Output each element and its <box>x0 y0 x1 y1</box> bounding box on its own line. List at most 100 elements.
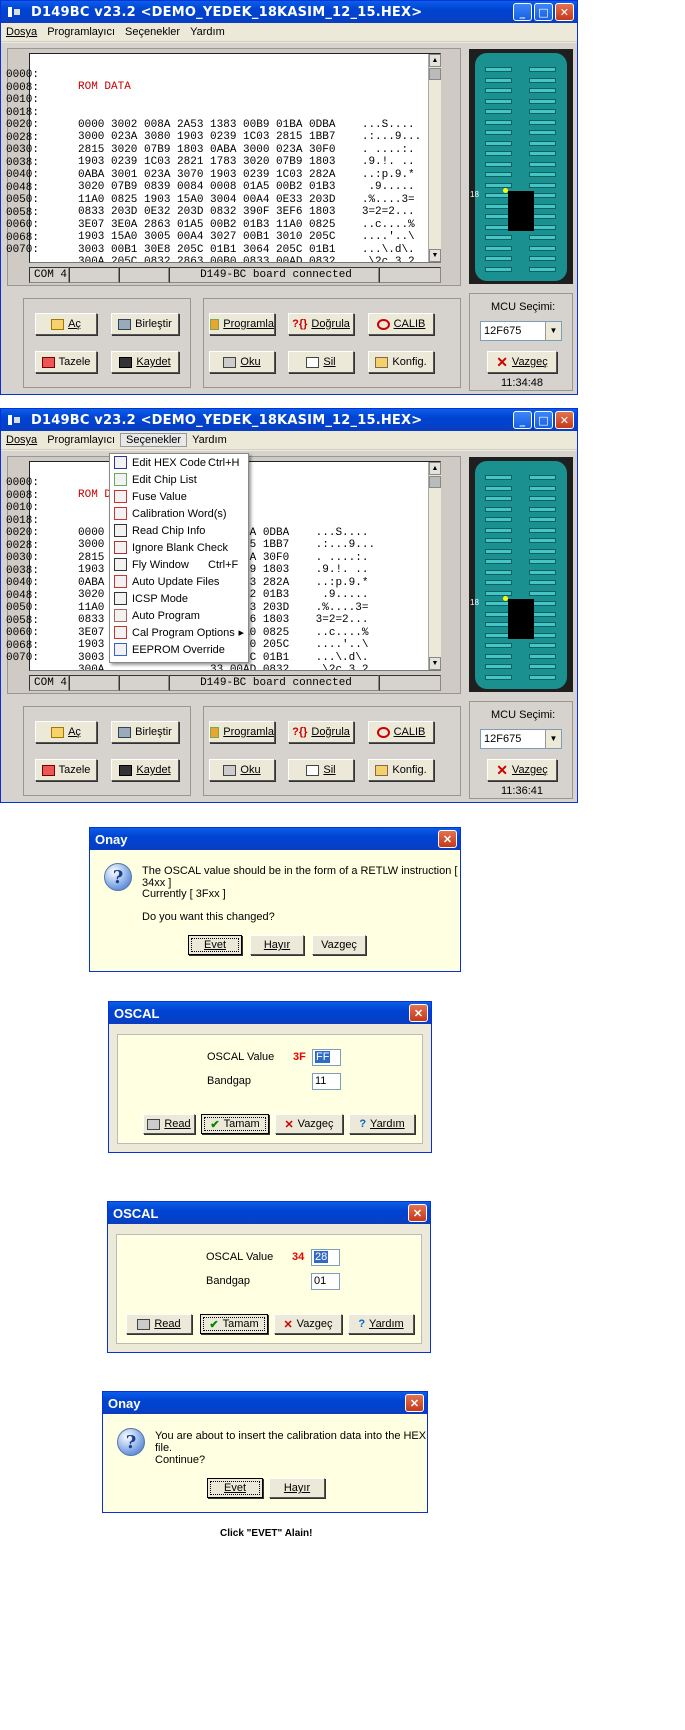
clock: 11:34:48 <box>501 377 544 389</box>
menu-item[interactable]: Fuse Value <box>110 488 248 505</box>
ok-button[interactable]: ✔ Tamam <box>200 1314 268 1334</box>
menu-dosya[interactable]: Dosya <box>1 434 42 446</box>
menu-item[interactable]: Cal Program Options ▸ <box>110 624 248 641</box>
scroll-down-icon[interactable]: ▼ <box>429 249 441 262</box>
config-button[interactable]: Konfig. <box>368 351 434 373</box>
close-icon[interactable]: ✕ <box>555 411 574 429</box>
menu-item[interactable]: ICSP Mode <box>110 590 248 607</box>
socket-pin <box>529 590 556 596</box>
socket-pin <box>529 88 556 93</box>
socket-pin <box>529 496 556 501</box>
merge-button[interactable]: Birleştir <box>111 313 179 335</box>
close-icon[interactable]: ✕ <box>438 830 457 848</box>
menu-item[interactable]: Auto Update Files <box>110 573 248 590</box>
read-button[interactable]: Read <box>143 1114 195 1134</box>
cancel-button[interactable]: ✕ Vazgeç <box>275 1114 343 1134</box>
menu-item[interactable]: Edit Chip List <box>110 471 248 488</box>
menu-yardim[interactable]: Yardım <box>185 26 230 38</box>
menu-item[interactable]: Auto Program <box>110 607 248 624</box>
help-icon: ? <box>359 1118 367 1130</box>
maximize-icon[interactable]: □ <box>534 3 553 21</box>
cancel-button[interactable]: ✕ Vazgeç <box>487 759 557 781</box>
ok-button[interactable]: ✔ Tamam <box>201 1114 269 1134</box>
scroll-up-icon[interactable]: ▲ <box>429 54 441 67</box>
menu-item-label: Read Chip Info <box>132 524 206 537</box>
minimize-icon[interactable]: _ <box>513 411 532 429</box>
read-button[interactable]: Oku <box>209 351 275 373</box>
auto-update-icon <box>114 575 127 588</box>
menu-secenekler[interactable]: Seçenekler <box>120 433 188 447</box>
hex-address: 0048: <box>5 181 39 194</box>
erase-button[interactable]: Sil <box>288 759 354 781</box>
x-icon: ✕ <box>284 1118 294 1131</box>
yes-button[interactable]: Evet <box>188 935 242 955</box>
cancel-button[interactable]: Vazgeç <box>312 935 366 955</box>
scroll-thumb[interactable] <box>429 68 441 80</box>
save-button[interactable]: Kaydet <box>111 759 179 781</box>
erase-button[interactable]: Sil <box>288 351 354 373</box>
open-button[interactable]: Aç <box>35 313 97 335</box>
hex-scrollbar[interactable]: ▲ ▼ <box>428 54 441 262</box>
scroll-up-icon[interactable]: ▲ <box>429 462 441 475</box>
close-icon[interactable]: ✕ <box>408 1204 427 1222</box>
no-button[interactable]: Hayır <box>269 1478 325 1498</box>
minimize-icon[interactable]: _ <box>513 3 532 21</box>
save-button[interactable]: Kaydet <box>111 351 179 373</box>
bandgap-field[interactable]: 11 <box>312 1073 341 1090</box>
config-button[interactable]: Konfig. <box>368 759 434 781</box>
hex-view[interactable]: ROM DATA 0000 3002 008A 2A53 1383 00B9 0… <box>29 53 441 263</box>
address-column: 0000: 0008: 0010: 0018: 0020: 0028: 0030: 0038:… <box>0 69 39 257</box>
menu-item[interactable]: Edit HEX Code Ctrl+H <box>110 454 248 471</box>
calib-button[interactable]: CALIB <box>368 313 434 335</box>
menu-item[interactable]: Ignore Blank Check <box>110 539 248 556</box>
verify-button[interactable]: ?{} Doğrula <box>288 721 354 743</box>
mcu-select[interactable]: 12F675 ▼ <box>480 321 562 341</box>
chevron-down-icon[interactable]: ▼ <box>545 322 561 340</box>
help-button[interactable]: ? Yardım <box>348 1314 414 1334</box>
menu-secenekler[interactable]: Seçenekler <box>120 26 185 38</box>
menu-dosya[interactable]: Dosya <box>1 26 42 38</box>
menu-item[interactable]: Fly Window Ctrl+F <box>110 556 248 573</box>
close-icon[interactable]: ✕ <box>409 1004 428 1022</box>
menu-programlayici[interactable]: Programlayıcı <box>42 26 120 38</box>
verify-button[interactable]: ?{} Doğrula <box>288 313 354 335</box>
open-button[interactable]: Aç <box>35 721 97 743</box>
chip-panel: 18 <box>469 457 573 692</box>
scroll-down-icon[interactable]: ▼ <box>429 657 441 670</box>
oscal-value-field[interactable]: FF <box>312 1049 341 1066</box>
chevron-down-icon[interactable]: ▼ <box>545 730 561 748</box>
socket-pin <box>529 653 556 659</box>
menu-item[interactable]: Calibration Word(s) <box>110 505 248 522</box>
bandgap-field[interactable]: 01 <box>311 1273 340 1290</box>
cancel-button[interactable]: ✕ Vazgeç <box>274 1314 342 1334</box>
no-button[interactable]: Hayır <box>250 935 304 955</box>
read-button[interactable]: Oku <box>209 759 275 781</box>
menu-item[interactable]: EEPROM Override <box>110 641 248 658</box>
merge-icon <box>118 318 132 330</box>
maximize-icon[interactable]: □ <box>534 411 553 429</box>
menu-item[interactable]: Read Chip Info <box>110 522 248 539</box>
program-icon <box>210 318 220 330</box>
help-button[interactable]: ? Yardım <box>349 1114 415 1134</box>
close-icon[interactable]: ✕ <box>405 1394 424 1412</box>
socket-pin <box>485 256 512 261</box>
refresh-button[interactable]: Tazele <box>35 759 97 781</box>
menu-yardim[interactable]: Yardım <box>187 434 232 446</box>
calib-button[interactable]: CALIB <box>368 721 434 743</box>
yes-button[interactable]: Evet <box>207 1478 263 1498</box>
read-button[interactable]: Read <box>126 1314 192 1334</box>
hex-scrollbar[interactable]: ▲ ▼ <box>428 462 441 670</box>
refresh-button[interactable]: Tazele <box>35 351 97 373</box>
menu-programlayici[interactable]: Programlayıcı <box>42 434 120 446</box>
floppy-icon <box>119 764 133 776</box>
oscal-value-field[interactable]: 28 <box>311 1249 340 1266</box>
hex-address: 0070: <box>5 652 39 664</box>
merge-button[interactable]: Birleştir <box>111 721 179 743</box>
cancel-button[interactable]: ✕ Vazgeç <box>487 351 557 373</box>
program-button[interactable]: Programla <box>209 313 275 335</box>
scroll-thumb[interactable] <box>429 476 441 488</box>
close-icon[interactable]: ✕ <box>555 3 574 21</box>
mcu-select[interactable]: 12F675 ▼ <box>480 729 562 749</box>
program-button[interactable]: Programla <box>209 721 275 743</box>
chip-list-icon <box>114 473 127 486</box>
